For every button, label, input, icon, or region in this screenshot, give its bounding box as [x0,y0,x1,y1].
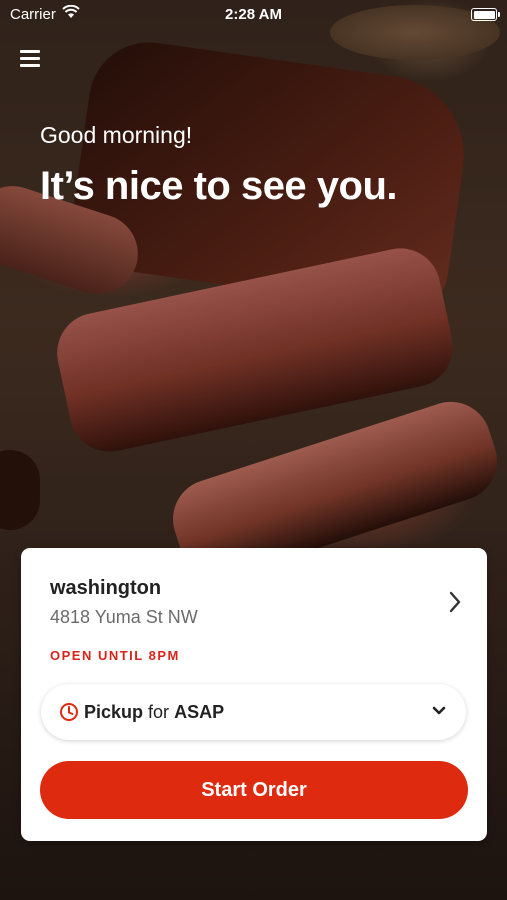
clock-icon [60,703,78,721]
menu-icon[interactable] [20,48,42,68]
order-connector: for [148,702,170,722]
greeting-text: Good morning! [40,122,193,148]
order-time: ASAP [174,702,225,722]
location-name: washington [50,577,162,599]
order-type: Pickup [84,702,144,722]
page-title: It’s nice to see you. [40,164,398,208]
location-selector[interactable]: washington 4818 Yuma St NW [21,548,487,638]
location-address: 4818 Yuma St NW [50,607,198,627]
chevron-down-icon [432,706,446,715]
order-mode-label: Pickup for ASAP [84,702,224,723]
chevron-right-icon [449,591,461,613]
status-bar: Carrier 2:28 AM [0,0,507,28]
location-card: washington 4818 Yuma St NW OPEN UNTIL 8P… [21,548,487,841]
battery-icon [471,8,500,21]
status-badge: OPEN UNTIL 8PM [50,648,180,663]
clock-time: 2:28 AM [225,6,282,23]
order-mode-dropdown[interactable]: Pickup for ASAP [41,684,466,740]
start-order-button[interactable]: Start Order [40,761,468,819]
